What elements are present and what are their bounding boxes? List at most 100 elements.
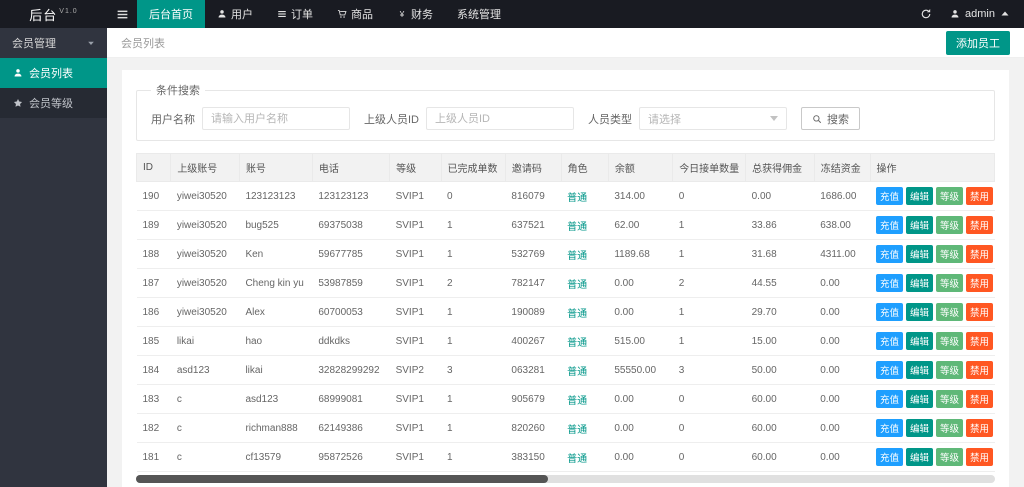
- member-type-label: 人员类型: [588, 113, 632, 126]
- role-link[interactable]: 普通: [567, 193, 587, 204]
- level-button[interactable]: 等级: [936, 187, 964, 205]
- cell-role: 普通: [561, 384, 609, 414]
- role-link[interactable]: 普通: [567, 251, 587, 262]
- disable-button[interactable]: 禁用: [966, 332, 994, 350]
- cell: 60.00: [745, 442, 815, 472]
- cell: 400267: [505, 326, 562, 356]
- sidebar-group-member-management[interactable]: 会员管理: [0, 28, 107, 58]
- recharge-button[interactable]: 充值: [876, 245, 904, 263]
- recharge-button[interactable]: 充值: [876, 448, 904, 466]
- table-row: 190 yiwei30520 123123123 123123123 SVIP1 0 816…: [136, 181, 995, 211]
- disable-button[interactable]: 禁用: [966, 390, 994, 408]
- cell-actions: 充值 编辑 等级 禁用: [870, 210, 995, 240]
- edit-button[interactable]: 编辑: [906, 274, 934, 292]
- role-link[interactable]: 普通: [567, 338, 587, 349]
- level-button[interactable]: 等级: [936, 448, 964, 466]
- cell-role: 普通: [561, 355, 609, 385]
- cell: 190089: [505, 297, 562, 327]
- role-link[interactable]: 普通: [567, 222, 587, 233]
- cell: 905679: [505, 384, 562, 414]
- cell: yiwei30520: [170, 210, 240, 240]
- member-type-select[interactable]: 请选择: [639, 107, 787, 130]
- nav-item-home[interactable]: 后台首页: [137, 0, 205, 28]
- recharge-button[interactable]: 充值: [876, 303, 904, 321]
- refresh-button[interactable]: [910, 0, 942, 28]
- level-button[interactable]: 等级: [936, 216, 964, 234]
- recharge-button[interactable]: 充值: [876, 390, 904, 408]
- sidebar-item-member-level[interactable]: 会员等级: [0, 88, 107, 118]
- nav-item-order[interactable]: 订单: [265, 0, 325, 28]
- cell: 123123123: [239, 181, 313, 211]
- role-link[interactable]: 普通: [567, 367, 587, 378]
- cell: SVIP1: [389, 442, 442, 472]
- level-button[interactable]: 等级: [936, 332, 964, 350]
- search-button[interactable]: 搜索: [801, 107, 860, 130]
- level-button[interactable]: 等级: [936, 303, 964, 321]
- cell: 1: [672, 210, 746, 240]
- cell: 15.00: [745, 326, 815, 356]
- add-staff-button[interactable]: 添加员工: [946, 30, 1010, 55]
- recharge-button[interactable]: 充值: [876, 332, 904, 350]
- parent-id-input[interactable]: [426, 107, 574, 130]
- edit-button[interactable]: 编辑: [906, 245, 934, 263]
- edit-button[interactable]: 编辑: [906, 216, 934, 234]
- nav-item-goods[interactable]: 商品: [325, 0, 385, 28]
- edit-button[interactable]: 编辑: [906, 187, 934, 205]
- disable-button[interactable]: 禁用: [966, 274, 994, 292]
- edit-button[interactable]: 编辑: [906, 332, 934, 350]
- recharge-button[interactable]: 充值: [876, 361, 904, 379]
- disable-button[interactable]: 禁用: [966, 216, 994, 234]
- role-link[interactable]: 普通: [567, 280, 587, 291]
- level-button[interactable]: 等级: [936, 419, 964, 437]
- cell: SVIP1: [389, 413, 442, 443]
- nav-item-user[interactable]: 用户: [205, 0, 265, 28]
- member-list-card: 条件搜索 用户名称 上级人员ID 人员类型 请选择 搜索: [122, 70, 1009, 487]
- cell: 186: [136, 297, 171, 327]
- cell: 0.00: [608, 384, 673, 414]
- disable-button[interactable]: 禁用: [966, 419, 994, 437]
- role-link[interactable]: 普通: [567, 454, 587, 465]
- horizontal-scrollbar-thumb[interactable]: [136, 475, 549, 483]
- search-button-label: 搜索: [827, 113, 849, 126]
- cell: SVIP1: [389, 384, 442, 414]
- role-link[interactable]: 普通: [567, 309, 587, 320]
- horizontal-scrollbar[interactable]: [136, 475, 995, 483]
- level-button[interactable]: 等级: [936, 245, 964, 263]
- table-row: 182 c richman888 62149386 SVIP1 1 820260 普通 0.00…: [136, 413, 995, 443]
- level-button[interactable]: 等级: [936, 361, 964, 379]
- chevron-down-icon: [87, 39, 95, 47]
- level-button[interactable]: 等级: [936, 274, 964, 292]
- edit-button[interactable]: 编辑: [906, 390, 934, 408]
- admin-menu[interactable]: admin: [942, 0, 1024, 28]
- cell: 0: [672, 442, 746, 472]
- disable-button[interactable]: 禁用: [966, 187, 994, 205]
- column-header: 今日接单数量: [672, 153, 747, 182]
- edit-button[interactable]: 编辑: [906, 303, 934, 321]
- recharge-button[interactable]: 充值: [876, 187, 904, 205]
- disable-button[interactable]: 禁用: [966, 303, 994, 321]
- edit-button[interactable]: 编辑: [906, 419, 934, 437]
- cell: 1: [672, 239, 746, 269]
- level-button[interactable]: 等级: [936, 390, 964, 408]
- nav-item-system[interactable]: 系统管理: [445, 0, 513, 28]
- cell: 637521: [505, 210, 562, 240]
- column-header: 操作: [869, 153, 995, 182]
- sidebar-item-member-list[interactable]: 会员列表: [0, 58, 107, 88]
- disable-button[interactable]: 禁用: [966, 361, 994, 379]
- recharge-button[interactable]: 充值: [876, 216, 904, 234]
- cell: 0.00: [814, 384, 870, 414]
- username-input[interactable]: [202, 107, 350, 130]
- nav-item-finance[interactable]: ¥ 财务: [385, 0, 445, 28]
- recharge-button[interactable]: 充值: [876, 419, 904, 437]
- role-link[interactable]: 普通: [567, 396, 587, 407]
- menu-toggle-icon[interactable]: [107, 0, 137, 28]
- sidebar-item-label: 会员等级: [29, 98, 73, 110]
- role-link[interactable]: 普通: [567, 425, 587, 436]
- edit-button[interactable]: 编辑: [906, 448, 934, 466]
- edit-button[interactable]: 编辑: [906, 361, 934, 379]
- app-version: V1.0: [59, 7, 78, 15]
- cell: SVIP1: [389, 326, 442, 356]
- recharge-button[interactable]: 充值: [876, 274, 904, 292]
- disable-button[interactable]: 禁用: [966, 245, 994, 263]
- disable-button[interactable]: 禁用: [966, 448, 994, 466]
